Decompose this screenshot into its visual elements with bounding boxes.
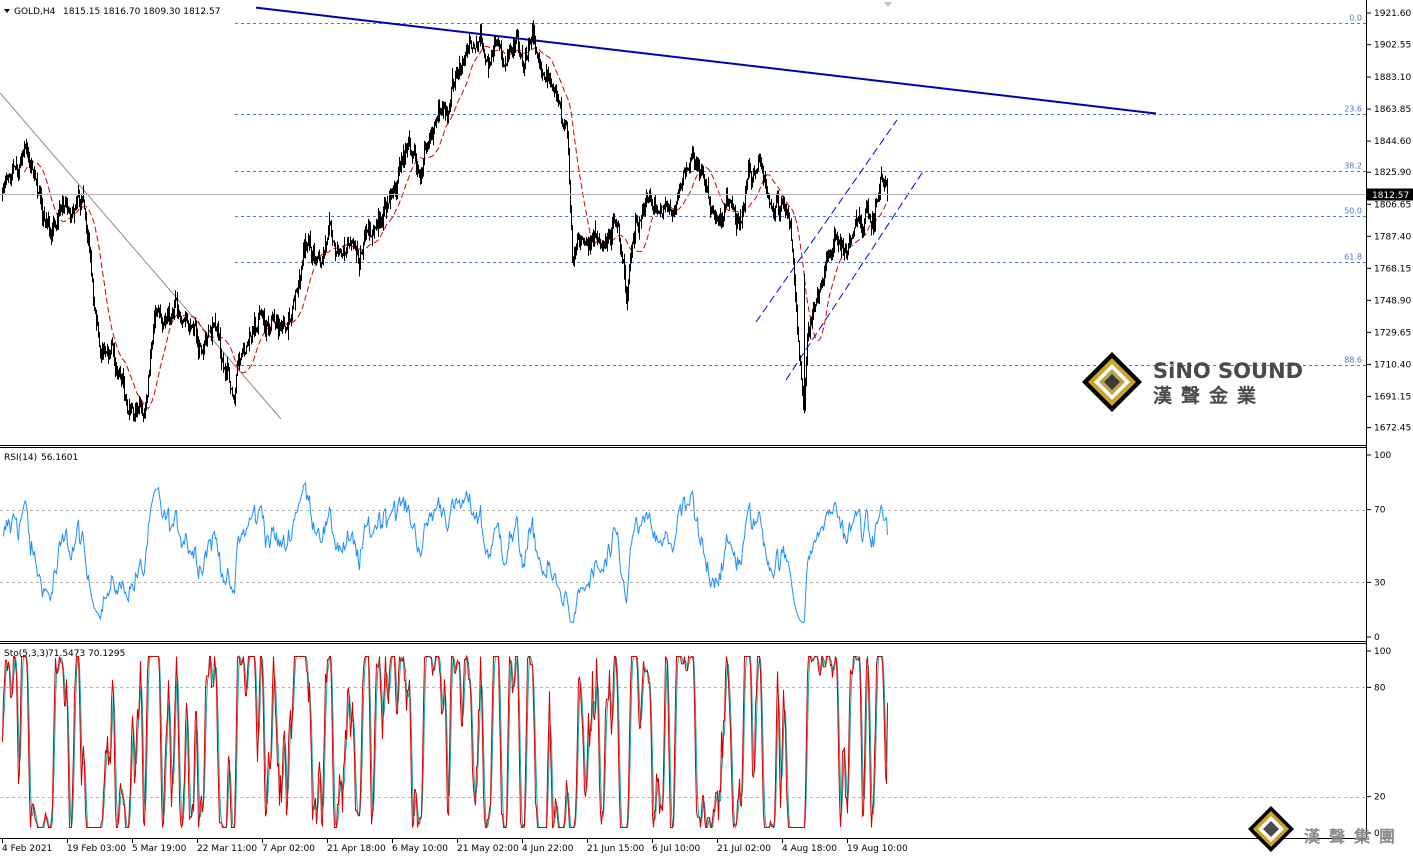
fib-label-1: 23.6 — [1344, 105, 1362, 114]
price-tick-label-2: 1883.10 — [1374, 73, 1411, 83]
price-tick-label-6: 1806.65 — [1374, 200, 1411, 210]
last-price-tag: 1812.57 — [1367, 188, 1413, 201]
price-tick-label-4: 1844.60 — [1374, 137, 1411, 147]
price-tick-label-8: 1768.15 — [1374, 264, 1411, 274]
price-tick-label-1: 1902.55 — [1374, 41, 1411, 51]
price-tick-label-13: 1672.45 — [1374, 424, 1411, 434]
price-tick-label-0: 1921.60 — [1374, 9, 1411, 19]
time-tick-label-7: 21 May 02:00 — [457, 844, 519, 854]
price-tick-label-3: 1863.85 — [1374, 105, 1411, 115]
symbol-header: GOLD,H4 1815.15 1816.70 1809.30 1812.57 — [4, 7, 220, 17]
time-tick-label-12: 4 Aug 18:00 — [782, 844, 837, 854]
time-tick-label-4: 7 Apr 02:00 — [262, 844, 315, 854]
price-tick-label-11: 1710.40 — [1374, 360, 1411, 370]
stochastic-tick-label-0: 100 — [1374, 647, 1391, 657]
time-tick-label-1: 19 Feb 03:00 — [67, 844, 126, 854]
time-tick-label-6: 6 May 10:00 — [392, 844, 448, 854]
rsi-tick-label-3: 0 — [1374, 633, 1380, 643]
rsi-label: RSI(14) — [4, 453, 37, 463]
fib-label-0: 0.0 — [1349, 14, 1362, 23]
fib-label-3: 50.0 — [1344, 207, 1362, 216]
price-tick-label-5: 1825.90 — [1374, 168, 1411, 178]
time-tick-label-0: 4 Feb 2021 — [2, 844, 52, 854]
symbol-label: GOLD,H4 — [14, 7, 56, 17]
stochastic-value: 71.5473 70.1295 — [48, 649, 125, 659]
stochastic-tick-label-1: 80 — [1374, 683, 1386, 693]
last-price-label: 1812.57 — [1372, 191, 1409, 201]
time-tick-label-3: 22 Mar 11:00 — [197, 844, 257, 854]
time-tick-label-2: 5 Mar 19:00 — [132, 844, 187, 854]
price-tick-label-7: 1787.40 — [1374, 232, 1411, 242]
price-tick-label-12: 1691.15 — [1374, 392, 1411, 402]
price-tick-label-10: 1729.65 — [1374, 328, 1411, 338]
logo-text-cn: 漢聲金業 — [1153, 384, 1265, 407]
time-tick-label-5: 21 Apr 18:00 — [327, 844, 386, 854]
time-tick-label-10: 6 Jul 10:00 — [652, 844, 701, 854]
rsi-tick-label-1: 70 — [1374, 506, 1386, 516]
watermark-text: 漢聲集團 — [1304, 827, 1404, 846]
rsi-tick-label-2: 30 — [1374, 578, 1386, 588]
chart-svg[interactable]: 0.0 23.6 38.2 50.0 61.8 88.6 1921.60 1902.55 18… — [0, 0, 1413, 856]
time-tick-label-9: 21 Jun 15:00 — [587, 844, 644, 854]
rsi-value: 56.1601 — [41, 453, 78, 463]
time-tick-label-11: 21 Jul 02:00 — [717, 844, 771, 854]
fib-label-4: 61.8 — [1344, 253, 1362, 262]
chart-root: 0.0 23.6 38.2 50.0 61.8 88.6 1921.60 1902.55 18… — [0, 0, 1413, 856]
stochastic-tick-label-2: 20 — [1374, 793, 1386, 803]
chart-background — [0, 0, 1413, 856]
ohlc-label: 1815.15 1816.70 1809.30 1812.57 — [63, 7, 220, 17]
rsi-tick-label-0: 100 — [1374, 451, 1391, 461]
stochastic-label: Sto(5,3,3) — [4, 649, 49, 659]
logo-text-en: SiNO SOUND — [1153, 359, 1303, 383]
fib-label-2: 38.2 — [1344, 162, 1362, 171]
price-tick-label-9: 1748.90 — [1374, 296, 1411, 306]
time-tick-label-8: 4 Jun 22:00 — [522, 844, 574, 854]
fib-label-5: 88.6 — [1344, 356, 1362, 365]
time-tick-label-13: 19 Aug 10:00 — [847, 844, 908, 854]
